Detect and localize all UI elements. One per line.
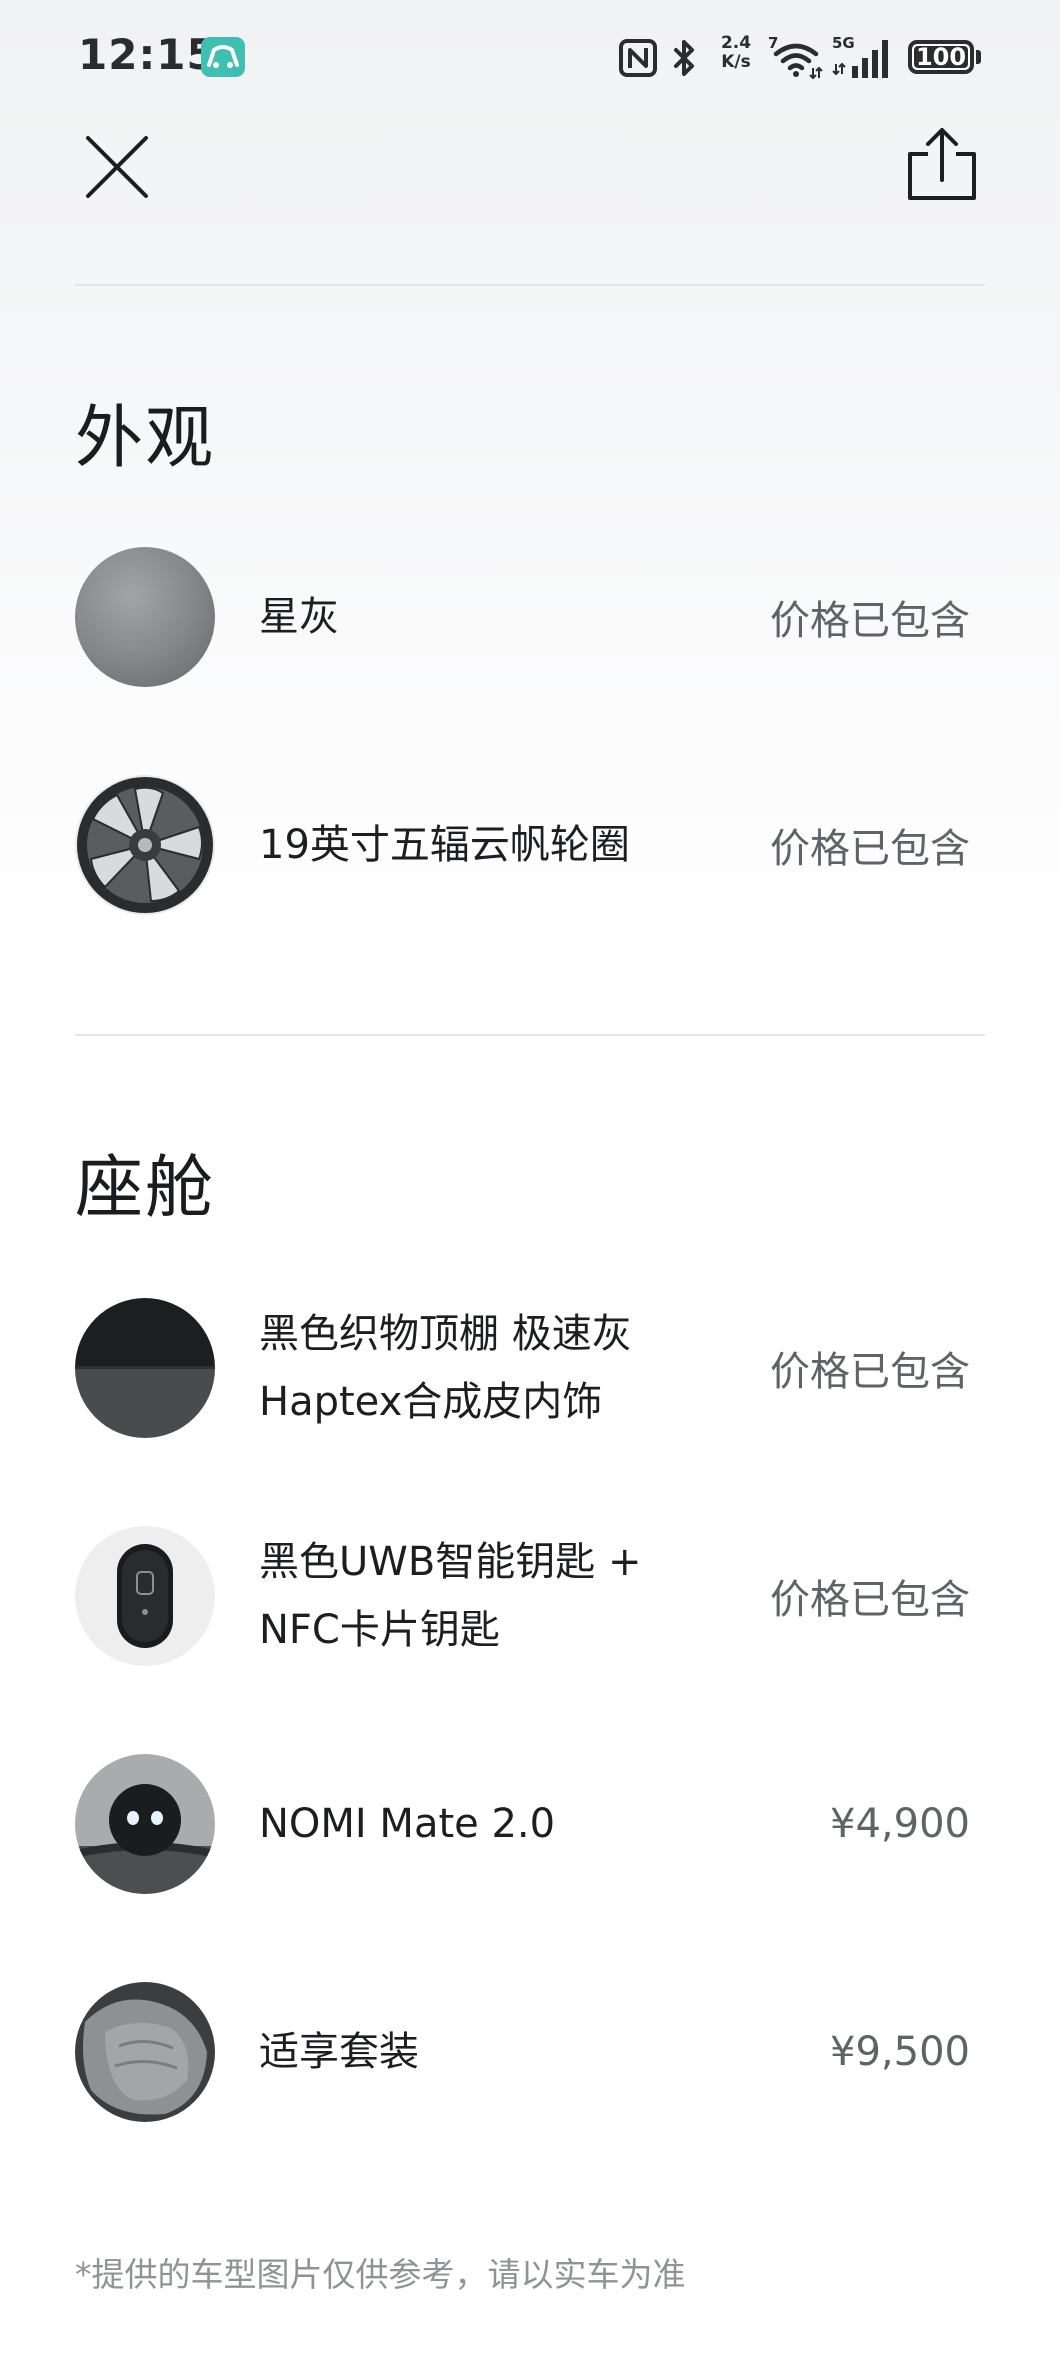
option-price: 价格已包含: [770, 1577, 970, 1623]
share-icon: [908, 128, 976, 200]
option-row-nomi: NOMI Mate 2.0 ¥4,900: [75, 1754, 970, 1894]
section-divider: [75, 1034, 985, 1036]
option-row-interior: 黑色织物顶棚 极速灰 Haptex合成皮内饰 价格已包含: [75, 1298, 970, 1438]
wheel-thumb: [75, 775, 215, 915]
option-price: 价格已包含: [770, 598, 970, 644]
option-name: 黑色织物顶棚 极速灰 Haptex合成皮内饰: [259, 1300, 739, 1436]
wifi-icon: 7: [768, 34, 823, 80]
option-name: 适享套装: [259, 2029, 419, 2075]
option-price: ¥9,500: [830, 2029, 970, 2075]
app-logo-icon: [201, 37, 245, 77]
bluetooth-icon: [674, 40, 694, 76]
net-speed: 2.4 K/s: [714, 34, 758, 72]
option-row-key: 黑色UWB智能钥匙 + NFC卡片钥匙 价格已包含: [75, 1526, 970, 1666]
option-name-line2: NFC卡片钥匙: [259, 1607, 500, 1653]
option-price: 价格已包含: [770, 826, 970, 872]
smart-key-thumb: [75, 1526, 215, 1666]
net-speed-unit: K/s: [721, 52, 751, 72]
option-name-line2: Haptex合成皮内饰: [259, 1379, 603, 1425]
nfc-icon: [619, 39, 657, 77]
option-name: 黑色UWB智能钥匙 + NFC卡片钥匙: [259, 1528, 739, 1664]
option-name: NOMI Mate 2.0: [259, 1801, 556, 1847]
close-button[interactable]: [78, 128, 156, 206]
paint-swatch-thumb: [75, 547, 215, 687]
nomi-mate-thumb: [75, 1754, 215, 1894]
option-row-comfort: 适享套装 ¥9,500: [75, 1982, 970, 2122]
option-name: 星灰: [259, 594, 339, 640]
status-time: 12:15: [78, 30, 217, 79]
battery-icon: 100: [908, 40, 974, 74]
comfort-seat-thumb: [75, 1982, 215, 2122]
option-row-paint: 星灰 价格已包含: [75, 547, 970, 687]
section-title-cabin: 座舱: [75, 1149, 216, 1228]
interior-swatch-thumb: [75, 1298, 215, 1438]
option-price: 价格已包含: [770, 1349, 970, 1395]
status-icons: 2.4 K/s 7 5G 100: [618, 34, 988, 82]
disclaimer-text: *提供的车型图片仅供参考，请以实车为准: [75, 2255, 686, 2294]
option-name: 19英寸五辐云帆轮圈: [259, 822, 630, 868]
option-price: ¥4,900: [830, 1801, 970, 1847]
option-row-wheel: 19英寸五辐云帆轮圈 价格已包含: [75, 775, 970, 915]
net-speed-value: 2.4: [720, 33, 752, 53]
option-name-line1: 黑色UWB智能钥匙 +: [259, 1539, 642, 1585]
header-divider: [75, 284, 985, 286]
signal-5g-icon: 5G: [832, 34, 888, 78]
close-icon: [86, 136, 148, 198]
share-button[interactable]: [900, 124, 984, 208]
section-title-exterior: 外观: [75, 399, 216, 478]
battery-tip: [976, 50, 981, 64]
option-name-line1: 黑色织物顶棚 极速灰: [259, 1311, 632, 1357]
svg-text:5G: 5G: [832, 34, 855, 52]
svg-text:7: 7: [768, 34, 778, 52]
battery-level: 100: [915, 43, 967, 71]
status-bar: 12:15 2.4 K/s 7 5G 100: [0, 0, 1060, 118]
